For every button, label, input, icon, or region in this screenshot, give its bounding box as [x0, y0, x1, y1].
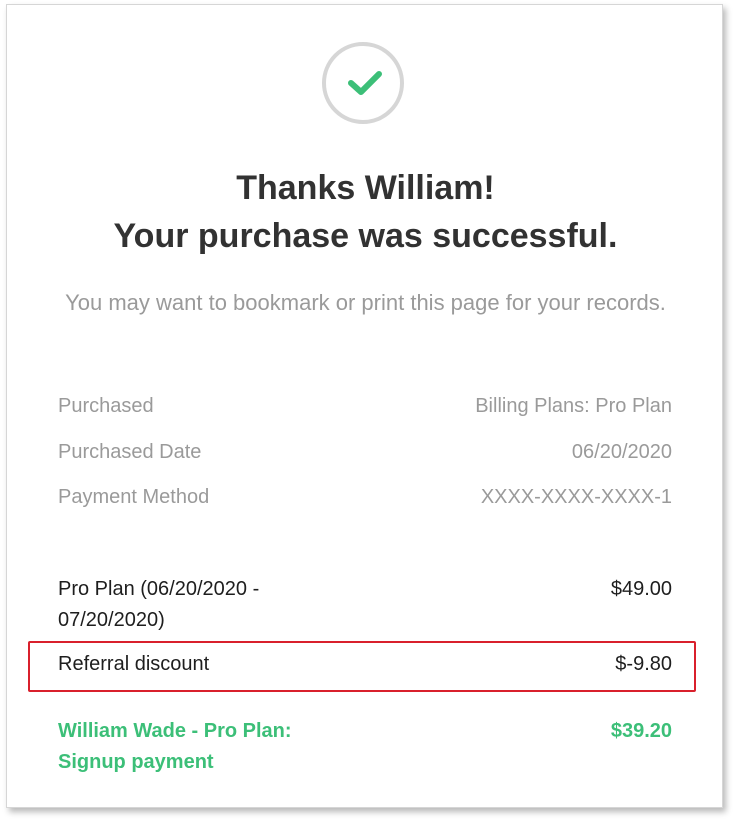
detail-row-purchased-date: Purchased Date 06/20/2020	[58, 437, 672, 467]
page-title-line1: Thanks William!	[236, 169, 495, 207]
detail-label: Purchased	[58, 394, 154, 417]
detail-value: Billing Plans: Pro Plan	[475, 394, 672, 417]
line-item-label: Pro Plan (06/20/2020 - 07/20/2020)	[58, 578, 260, 631]
detail-row-payment-method: Payment Method XXXX-XXXX-XXXX-1	[58, 482, 672, 512]
total-amount: $39.20	[610, 720, 672, 742]
detail-value: XXXX-XXXX-XXXX-1	[480, 485, 672, 508]
line-item-amount: $-9.80	[615, 653, 672, 675]
page-subtitle: You may want to bookmark or print this p…	[65, 290, 666, 315]
total-label: William Wade - Pro Plan: Signup payment	[58, 720, 292, 773]
line-item-label: Referral discount	[58, 653, 210, 675]
receipt-card: Thanks William! Your purchase was succes…	[6, 4, 723, 808]
line-item-referral-discount: Referral discount $-9.80	[58, 649, 672, 680]
page-title-line2: Your purchase was successful.	[113, 217, 618, 255]
detail-label: Payment Method	[58, 485, 210, 508]
line-item-pro-plan: Pro Plan (06/20/2020 - 07/20/2020) $49.0…	[58, 574, 672, 636]
detail-label: Purchased Date	[58, 440, 202, 463]
success-check-circle	[322, 42, 404, 124]
line-item-amount: $49.00	[610, 578, 672, 600]
detail-row-purchased: Purchased Billing Plans: Pro Plan	[58, 391, 672, 421]
detail-value: 06/20/2020	[571, 440, 672, 463]
checkmark-icon	[348, 71, 382, 95]
total-row: William Wade - Pro Plan: Signup payment …	[58, 716, 672, 778]
